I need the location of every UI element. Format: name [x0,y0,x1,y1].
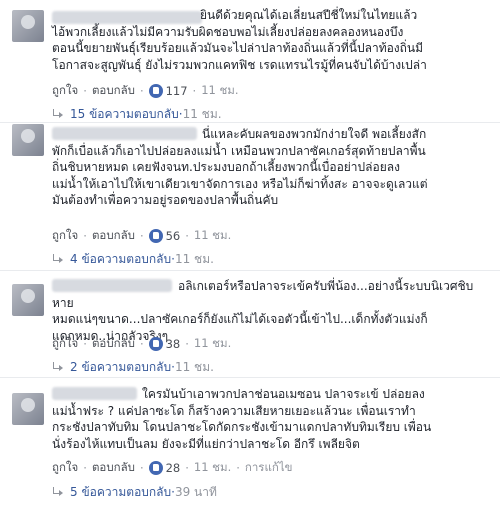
timestamp[interactable]: 11 ชม. [194,227,231,245]
view-replies-link[interactable]: 5 ข้อความตอบกลับ · 39 นาที [52,484,217,500]
like-icon[interactable] [148,84,163,98]
like-button[interactable]: ถูกใจ [52,82,78,100]
like-count[interactable]: 117 [166,84,188,98]
view-replies-link[interactable]: 4 ข้อความตอบกลับ · 11 ชม. [52,251,214,267]
like-button[interactable]: ถูกใจ [52,335,78,353]
replies-count[interactable]: 5 ข้อความตอบกลับ [70,483,171,502]
like-count[interactable]: 56 [166,229,181,243]
divider [0,122,500,123]
timestamp[interactable]: 11 ชม. [201,82,238,100]
like-button[interactable]: ถูกใจ [52,227,78,245]
reply-arrow-icon [52,109,64,119]
comment-actions: ถูกใจ · ตอบกลับ · 117 · 11 ชม. [52,82,239,100]
replies-count[interactable]: 2 ข้อความตอบกลับ [70,358,171,377]
timestamp[interactable]: 11 ชม. [194,459,231,477]
avatar[interactable] [12,284,44,316]
like-count[interactable]: 38 [166,337,181,351]
replies-time: 39 นาที [174,484,217,499]
avatar[interactable] [12,393,44,425]
comment-text: ยินดีด้วยคุณได้เอเลี่ยนสปีชี่ใหม่ในไทยแล… [52,8,427,72]
reply-arrow-icon [52,254,64,264]
reply-button[interactable]: ตอบกลับ [92,459,135,477]
comment-actions: ถูกใจ · ตอบกลับ · 38 · 11 ชม. [52,335,232,353]
like-icon[interactable] [148,461,163,475]
comment-actions: ถูกใจ · ตอบกลับ · 28 · 11 ชม. · การแก้ไข [52,459,293,477]
comment-text: ใครมันบ้าเอาพวกปลาช่อนอเมซอน ปลาจระเข้ ป… [52,387,432,451]
reply-button[interactable]: ตอบกลับ [92,227,135,245]
reply-arrow-icon [52,362,64,372]
view-replies-link[interactable]: 2 ข้อความตอบกลับ · 11 ชม. [52,359,214,375]
replies-time: 11 ชม. [174,359,214,374]
view-replies-link[interactable]: 15 ข้อความตอบกลับ · 11 ชม. [52,106,222,122]
divider [0,270,500,271]
replies-count[interactable]: 15 ข้อความตอบกลับ [70,105,179,124]
replies-time: 11 ชม. [182,106,222,121]
reply-button[interactable]: ตอบกลับ [92,82,135,100]
reply-arrow-icon [52,487,64,497]
replies-time: 11 ชม. [174,251,214,266]
reply-button[interactable]: ตอบกลับ [92,335,135,353]
like-button[interactable]: ถูกใจ [52,459,78,477]
comment-actions: ถูกใจ · ตอบกลับ · 56 · 11 ชม. [52,227,232,245]
avatar[interactable] [12,124,44,156]
replies-count[interactable]: 4 ข้อความตอบกลับ [70,250,171,269]
comment-text: นี่แหละคับผลของพวกมักง่ายใจดี พอเลี้ยงสั… [52,127,428,207]
avatar[interactable] [12,10,44,42]
timestamp[interactable]: 11 ชม. [194,335,231,353]
like-count[interactable]: 28 [166,461,181,475]
edited-label[interactable]: การแก้ไข [245,459,293,477]
divider [0,377,500,378]
like-icon[interactable] [148,337,163,351]
like-icon[interactable] [148,229,163,243]
